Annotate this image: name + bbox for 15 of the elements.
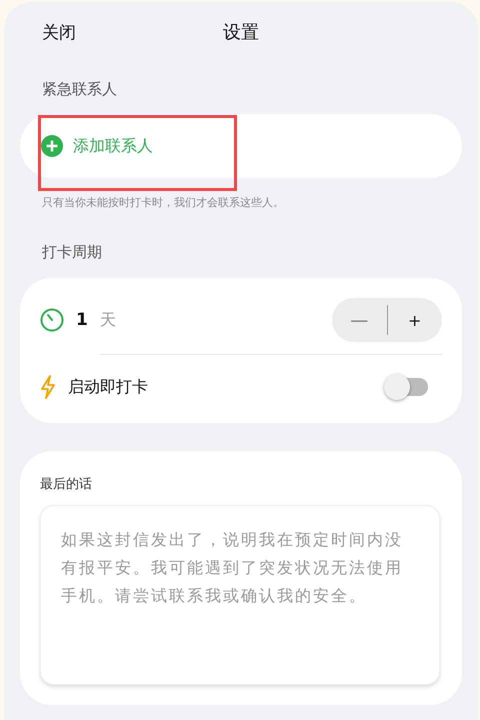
close-button[interactable]: 关闭 (42, 20, 76, 44)
section-label: 紧急联系人 (42, 80, 117, 99)
decrement-button[interactable]: — (332, 298, 386, 342)
section-label: 打卡周期 (42, 243, 102, 262)
clock-icon (40, 308, 64, 332)
plus-icon (41, 135, 63, 157)
increment-button[interactable]: + (388, 298, 442, 342)
lightning-icon (40, 375, 56, 399)
message-field[interactable]: 如果这封信发出了，说明我在预定时间内没有报平安。我可能遇到了突发状况无法使用手机。请尝试联系我或确认我的安全。 (40, 505, 440, 685)
page-title: 设置 (222, 21, 260, 44)
hint-text: 只有当你未能按时打卡时，我们才会联系这些人。 (42, 195, 284, 210)
field-label: 最后的话 (40, 476, 93, 493)
period-value: 1 (76, 310, 88, 330)
setting-label: 启动即打卡 (68, 376, 148, 398)
period-unit: 天 (100, 310, 116, 330)
